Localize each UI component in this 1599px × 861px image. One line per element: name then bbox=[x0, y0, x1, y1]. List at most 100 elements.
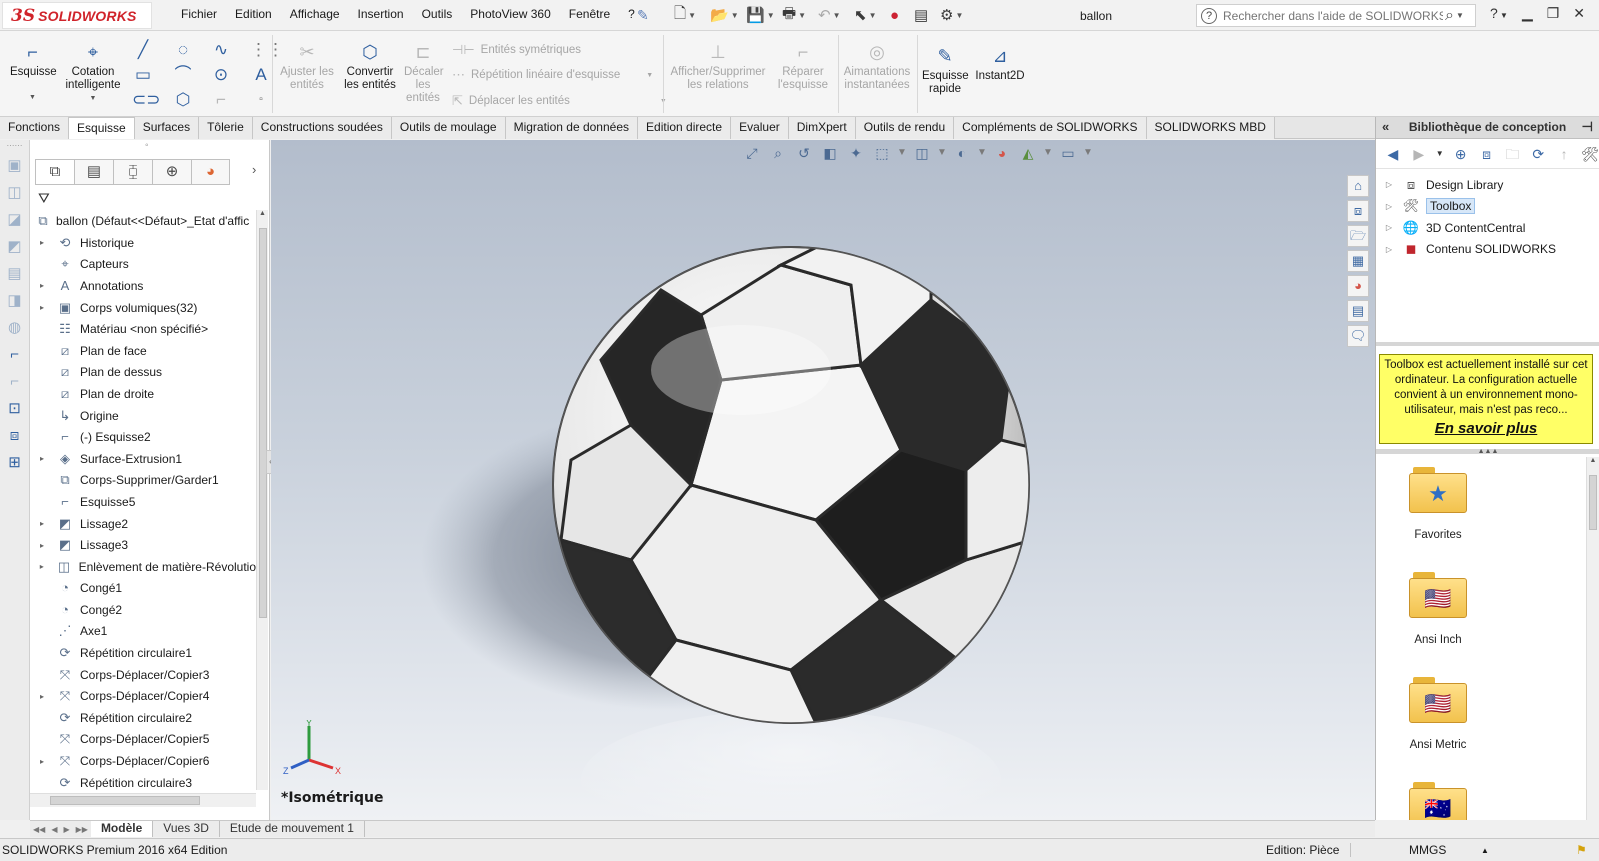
previous-view-icon[interactable]: ↺ bbox=[793, 144, 815, 162]
tree-item[interactable]: ⌖ Capteurs bbox=[30, 254, 256, 276]
library-tree-item[interactable]: ▷ ⧈ Design Library bbox=[1376, 174, 1599, 196]
design-library-scrollbar[interactable]: ▲ bbox=[1586, 457, 1599, 820]
menu-photoview[interactable]: PhotoView 360 bbox=[461, 7, 560, 21]
scrollbar-thumb[interactable] bbox=[1589, 475, 1597, 530]
sweep-icon[interactable]: ◪ bbox=[4, 209, 26, 231]
open-button[interactable]: 📂 ▼ bbox=[710, 5, 740, 25]
cm-tab[interactable]: Outils de rendu bbox=[855, 117, 955, 139]
prev-tab-icon[interactable]: ◀ bbox=[48, 825, 60, 834]
hud-dropdown-icon[interactable]: ▼ bbox=[1083, 144, 1093, 162]
cm-tab[interactable]: Migration de données bbox=[505, 117, 639, 139]
pin-panel-icon[interactable]: ⊣ bbox=[1582, 117, 1593, 137]
sketch-grid-icon[interactable]: ⋮⋮ bbox=[250, 39, 284, 61]
expand-arrow-icon[interactable]: ▸ bbox=[36, 281, 48, 290]
arc-icon[interactable]: ⌒ bbox=[172, 64, 194, 86]
tree-item[interactable]: ▸ ▣ Corps volumiques(32) bbox=[30, 297, 256, 319]
pane-splitter[interactable]: ▲▲▲ bbox=[1376, 448, 1599, 455]
view-settings-icon[interactable]: ▭ bbox=[1057, 144, 1079, 162]
cm-tab[interactable]: DimXpert bbox=[788, 117, 856, 139]
hud-dropdown-icon[interactable]: ▼ bbox=[937, 144, 947, 162]
forward-icon[interactable]: ▶ bbox=[1410, 145, 1428, 163]
hud-dropdown-icon[interactable]: ▼ bbox=[1043, 144, 1053, 162]
menu-affichage[interactable]: Affichage bbox=[281, 7, 349, 21]
tree-item[interactable]: ↳ Origine bbox=[30, 405, 256, 427]
tree-item[interactable]: ▸ ◩ Lissage2 bbox=[30, 513, 256, 535]
bottom-tab[interactable]: Etude de mouvement 1 bbox=[220, 821, 365, 837]
sketch3d-icon[interactable]: ⌐ bbox=[4, 371, 26, 393]
apply-scene-icon[interactable]: ◭ bbox=[1017, 144, 1039, 162]
custom-properties-tab-icon[interactable]: ▤ bbox=[1347, 300, 1369, 322]
scroll-up-icon[interactable]: ▲ bbox=[1587, 457, 1599, 464]
units-text[interactable]: MMGS bbox=[1409, 843, 1446, 857]
dimxpert-tab-icon[interactable]: ⊕ bbox=[152, 159, 191, 185]
tree-item[interactable]: ◔ Congé1 bbox=[30, 578, 256, 600]
undo-button[interactable]: ↶ ▼ bbox=[818, 5, 848, 25]
library-folder[interactable]: 🇺🇸 Ansi Metric bbox=[1408, 677, 1468, 751]
cm-tab[interactable]: SOLIDWORKS MBD bbox=[1146, 117, 1275, 139]
cut-revolve-icon[interactable]: ◨ bbox=[4, 290, 26, 312]
menu-edition[interactable]: Edition bbox=[226, 7, 281, 21]
tree-item[interactable]: ☷ Matériau <non spécifié> bbox=[30, 318, 256, 340]
appearances-tab-icon[interactable]: ◕ bbox=[1347, 275, 1369, 297]
bottom-tab[interactable]: Modèle bbox=[90, 821, 154, 837]
tree-item[interactable]: ▸ ⟲ Historique bbox=[30, 232, 256, 254]
deplacer-button[interactable]: ⇱Déplacer les entités▼ bbox=[452, 93, 667, 109]
reference-side-icon[interactable]: ⊞ bbox=[4, 452, 26, 474]
hud-dropdown-icon[interactable]: ▼ bbox=[977, 144, 987, 162]
polygon-icon[interactable]: ⊙ bbox=[210, 64, 232, 86]
rectangle-icon[interactable]: ▭ bbox=[132, 64, 154, 86]
tree-item[interactable]: ⟳ Répétition circulaire2 bbox=[30, 707, 256, 729]
expand-arrow-icon[interactable]: ▸ bbox=[36, 757, 48, 766]
view-palette-tab-icon[interactable]: ▦ bbox=[1347, 250, 1369, 272]
dynamic-annotation-icon[interactable]: ✦ bbox=[845, 144, 867, 162]
slot-icon[interactable]: ⊂⊃ bbox=[132, 89, 161, 111]
cm-tab[interactable]: Fonctions bbox=[0, 117, 70, 139]
fillet-sketch-icon[interactable]: ⌐ bbox=[210, 89, 232, 111]
tree-item[interactable]: ⧉ Corps-Supprimer/Garder1 bbox=[30, 470, 256, 492]
shell-icon[interactable]: ◍ bbox=[4, 317, 26, 339]
symetriques-button[interactable]: ⊣⊢ Entités symétriques bbox=[452, 42, 581, 58]
solidworks-logo[interactable]: 3S SOLIDWORKS bbox=[2, 2, 152, 29]
tree-item[interactable]: ⋰ Axe1 bbox=[30, 621, 256, 643]
cm-tab[interactable]: Edition directe bbox=[638, 117, 732, 139]
tree-root-part[interactable]: ⧉ ballon (Défaut<<Défaut>_Etat d'affic bbox=[30, 210, 256, 232]
expand-arrow-icon[interactable]: ▷ bbox=[1384, 202, 1394, 211]
next-tab-icon[interactable]: ▶ bbox=[60, 825, 72, 834]
restore-icon[interactable]: ❐ bbox=[1547, 5, 1560, 22]
last-tab-icon[interactable]: ▶▶ bbox=[73, 825, 91, 834]
file-explorer-tab-icon[interactable]: 🗁 bbox=[1347, 225, 1369, 247]
tree-item[interactable]: ⟳ Répétition circulaire3 bbox=[30, 772, 256, 794]
create-folder-icon[interactable]: 🗀 bbox=[1503, 145, 1521, 163]
bottom-tab[interactable]: Vues 3D bbox=[153, 821, 220, 837]
library-folder[interactable]: 🇦🇺 bbox=[1408, 782, 1468, 820]
extrude-icon[interactable]: ▣ bbox=[4, 155, 26, 177]
esquisse-dropdown-icon[interactable]: ▼ bbox=[10, 91, 55, 104]
cotation-intelligente-button[interactable]: ⌖ Cotation intelligente ▼ bbox=[62, 41, 124, 105]
hscrollbar-thumb[interactable] bbox=[50, 796, 200, 805]
tree-item[interactable]: ▸ ◈ Surface-Extrusion1 bbox=[30, 448, 256, 470]
sw-resources-home-icon[interactable]: ⌂ bbox=[1347, 175, 1369, 197]
esquisse-button[interactable]: ⌐ Esquisse ▼ bbox=[10, 41, 57, 104]
learn-more-link[interactable]: En savoir plus bbox=[1384, 421, 1588, 436]
menu-insertion[interactable]: Insertion bbox=[349, 7, 413, 21]
polygon-hex-icon[interactable]: ⬡ bbox=[172, 89, 194, 111]
rebuild-button[interactable]: ● bbox=[890, 5, 908, 25]
smart-dim-side-icon[interactable]: ⊡ bbox=[4, 398, 26, 420]
expand-arrow-icon[interactable]: ▸ bbox=[36, 519, 48, 528]
repetition-lineaire-button[interactable]: ⋯ Répétition linéaire d'esquisse ▼ bbox=[452, 67, 653, 83]
design-library-tab-icon[interactable]: ⧈ bbox=[1347, 200, 1369, 222]
cm-tab[interactable]: Tôlerie bbox=[199, 117, 253, 139]
expand-arrow-icon[interactable]: ▸ bbox=[36, 541, 48, 550]
feature-tree-tab-icon[interactable]: ⧉ bbox=[35, 159, 74, 185]
up-folder-icon[interactable]: ↑ bbox=[1555, 145, 1573, 163]
edit-appearance-icon[interactable]: ◕ bbox=[991, 144, 1013, 162]
search-icon[interactable]: ⌕ bbox=[1445, 7, 1454, 25]
menu-outils[interactable]: Outils bbox=[413, 7, 462, 21]
filter-icon[interactable]: ⛛ bbox=[38, 190, 50, 207]
library-tree-item[interactable]: ▷ ◼ Contenu SOLIDWORKS bbox=[1376, 239, 1599, 261]
tree-item[interactable]: ▸ ⤧ Corps-Déplacer/Copier4 bbox=[30, 685, 256, 707]
help-menu-icon[interactable]: ? ▼ bbox=[1490, 5, 1508, 22]
point-icon[interactable]: ▫ bbox=[250, 89, 272, 111]
menu-fichier[interactable]: Fichier bbox=[172, 7, 226, 21]
relations-button[interactable]: ⊥ Afficher/Supprimer les relations bbox=[668, 41, 768, 92]
